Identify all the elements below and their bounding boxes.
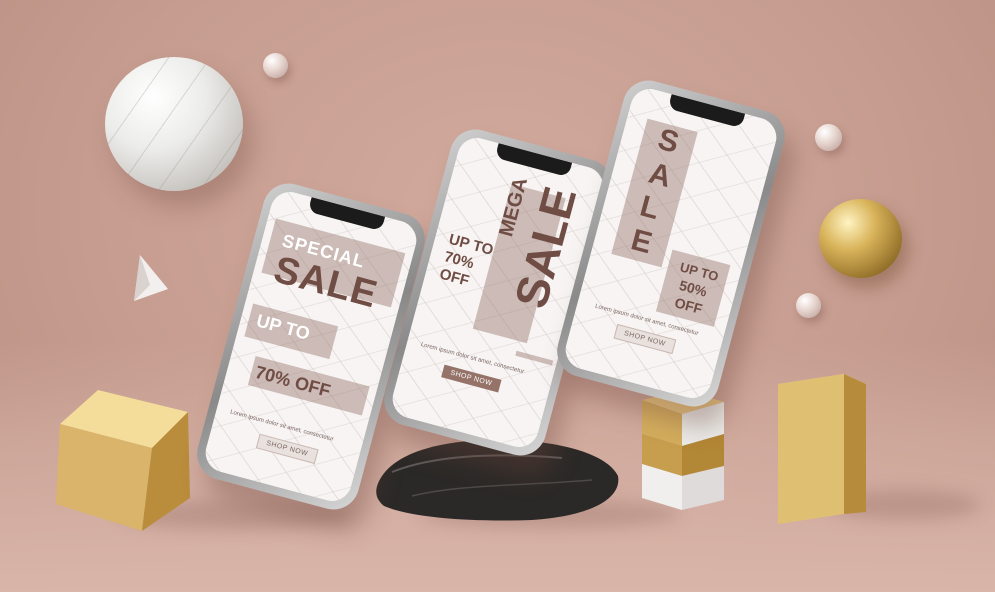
- pearl-small: [796, 293, 821, 318]
- gold-cube: [56, 390, 190, 531]
- gold-sphere: [819, 199, 902, 278]
- pearl-small: [815, 124, 842, 151]
- phone-notch: [667, 94, 746, 129]
- gold-box: [778, 374, 866, 524]
- product-mockup-scene: SPECIAL SALE UP TO 70% OFF Lorem ipsum d…: [0, 0, 995, 592]
- shop-now-button[interactable]: SHOP NOW: [441, 364, 502, 393]
- body-text: Lorem ipsum dolor sit amet, consectetur: [420, 341, 525, 376]
- white-pyramid: [134, 255, 168, 301]
- shop-now-button[interactable]: SHOP NOW: [255, 433, 319, 464]
- marble-gold-pedestal: [642, 390, 724, 510]
- phone-notch: [494, 143, 573, 178]
- marble-sphere: [105, 57, 243, 191]
- divider-bar: [515, 350, 554, 366]
- pearl-small: [263, 53, 288, 78]
- phone-notch: [307, 197, 386, 232]
- body-text: Lorem ipsum dolor sit amet, consectetur: [229, 409, 335, 443]
